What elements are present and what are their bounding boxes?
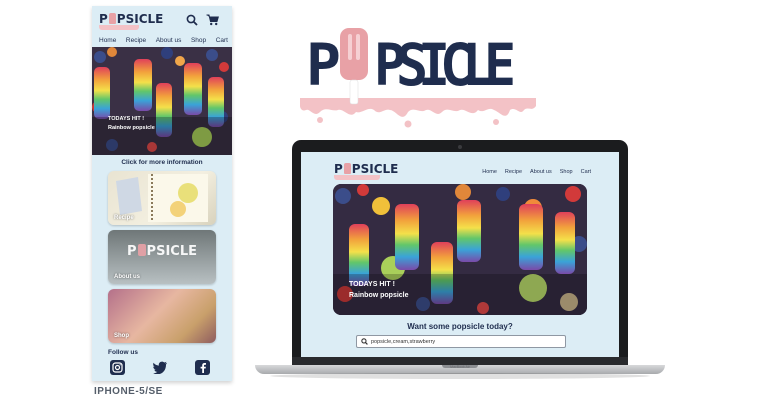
nav-shop[interactable]: Shop (560, 169, 573, 175)
nav-recipe[interactable]: Recipe (505, 169, 522, 175)
logo-text-psicle: PSICLE (374, 31, 516, 99)
logo-text-suffix: PSICLE (351, 162, 399, 176)
phone-header: P PSICLE (92, 6, 232, 34)
hero-subtitle: Rainbow popsicle (108, 125, 155, 131)
nav-cart[interactable]: Cart (216, 37, 228, 44)
phone-logo[interactable]: P PSICLE (99, 12, 163, 26)
phone-screen: P PSICLE Home Recipe About us Shop Cart (92, 6, 232, 381)
laptop-hero-caption: TODAYS HIT ! Rainbow popsicle (349, 279, 409, 301)
popsicle-logo-icon (343, 163, 351, 174)
device-caption: IPHONE-5/SE (94, 386, 163, 397)
laptop-screen: P PSICLE Home Recipe About us Shop Cart (301, 152, 619, 357)
laptop-model-label: MacBook Air (450, 365, 470, 369)
shop-card-label: Shop (114, 333, 129, 339)
laptop-shadow (270, 373, 650, 379)
about-logo-prefix: P (127, 244, 137, 259)
phone-nav: Home Recipe About us Shop Cart (92, 34, 232, 46)
search-prompt: Want some popsicle today? (407, 322, 513, 331)
recipe-card-label: Recipe (114, 215, 134, 221)
logo-text-suffix: PSICLE (116, 12, 164, 26)
search-bar[interactable] (356, 335, 566, 348)
hero-title: TODAYS HIT ! (108, 116, 145, 122)
nav-home[interactable]: Home (99, 37, 116, 44)
popsicle-logo: P PSICLE (296, 26, 546, 130)
logo-drip-shape (334, 175, 380, 180)
rainbow-popsicles-photo (92, 47, 232, 155)
facebook-icon[interactable] (195, 360, 210, 375)
phone-hero-image[interactable]: TODAYS HIT ! Rainbow popsicle (92, 47, 232, 155)
popsicle-logo-icon (108, 13, 116, 24)
nav-about-us[interactable]: About us (156, 37, 182, 44)
mockup-stage: P PSICLE Home Recipe About us Shop Cart (0, 0, 768, 402)
nav-recipe[interactable]: Recipe (126, 37, 146, 44)
instagram-icon[interactable] (110, 360, 125, 375)
laptop-logo[interactable]: P PSICLE (334, 162, 398, 176)
shop-card[interactable]: Shop (108, 289, 216, 343)
click-info-text: Click for more information (121, 159, 203, 166)
phone-hero-caption: TODAYS HIT ! Rainbow popsicle (108, 115, 155, 133)
laptop-nav: Home Recipe About us Shop Cart (482, 169, 591, 175)
laptop-lid: P PSICLE Home Recipe About us Shop Cart (292, 140, 628, 365)
about-us-card-label: About us (114, 274, 140, 280)
hero-subtitle: Rainbow popsicle (349, 292, 409, 299)
nav-home[interactable]: Home (482, 169, 497, 175)
recipe-card[interactable]: Recipe (108, 171, 216, 225)
social-links (92, 356, 232, 375)
search-icon[interactable] (184, 12, 200, 28)
laptop-hero-image[interactable]: TODAYS HIT ! Rainbow popsicle (333, 184, 587, 315)
logo-text-prefix: P (334, 162, 343, 176)
nav-shop[interactable]: Shop (191, 37, 206, 44)
search-icon (361, 338, 368, 345)
logo-drip-shape (99, 25, 139, 30)
popsicle-logo-icon (137, 244, 146, 256)
about-us-card[interactable]: P PSICLE About us (108, 230, 216, 284)
nav-about-us[interactable]: About us (530, 169, 552, 175)
about-logo-watermark: P PSICLE (108, 244, 216, 259)
hero-title: TODAYS HIT ! (349, 281, 395, 288)
follow-us-heading: Follow us (108, 349, 138, 356)
cart-icon[interactable] (204, 12, 220, 28)
nav-cart[interactable]: Cart (581, 169, 591, 175)
laptop-chin (292, 357, 628, 365)
search-input[interactable] (371, 338, 561, 345)
about-logo-suffix: PSICLE (146, 244, 197, 259)
logo-text-prefix: P (99, 12, 108, 26)
camera-dot (458, 145, 462, 149)
logo-text-p: P (306, 31, 341, 99)
twitter-icon[interactable] (152, 360, 168, 375)
